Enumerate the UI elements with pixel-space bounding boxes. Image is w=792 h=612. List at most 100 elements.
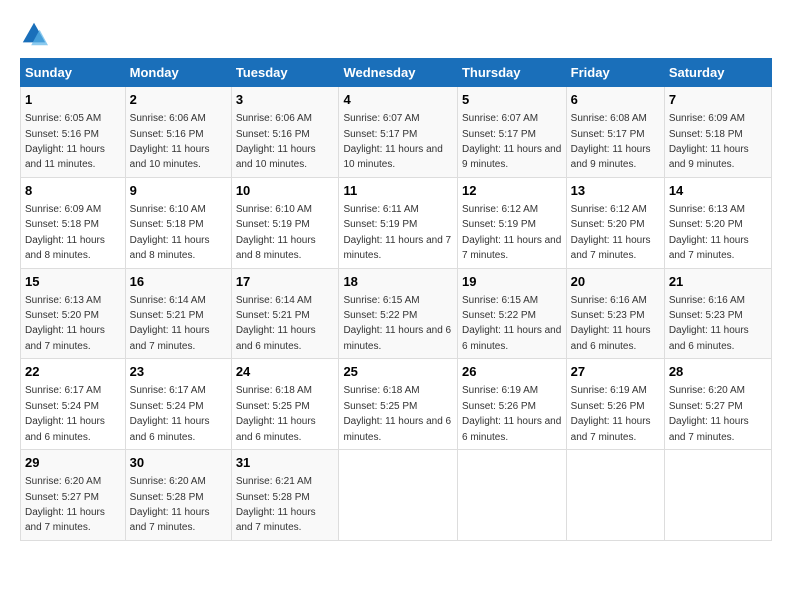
calendar-cell: 26Sunrise: 6:19 AMSunset: 5:26 PMDayligh… bbox=[457, 359, 566, 450]
day-number: 14 bbox=[669, 182, 767, 200]
calendar-cell bbox=[664, 450, 771, 541]
calendar-cell: 16 Sunrise: 6:14 AMSunset: 5:21 PMDayligh… bbox=[125, 268, 231, 359]
week-row-1: 1Sunrise: 6:05 AMSunset: 5:16 PMDaylight… bbox=[21, 87, 772, 178]
day-info: Sunrise: 6:08 AMSunset: 5:17 PMDaylight:… bbox=[571, 113, 651, 170]
day-number: 21 bbox=[669, 273, 767, 291]
calendar-cell bbox=[457, 450, 566, 541]
day-number: 13 bbox=[571, 182, 660, 200]
calendar-table: SundayMondayTuesdayWednesdayThursdayFrid… bbox=[20, 58, 772, 541]
calendar-cell: 23 Sunrise: 6:17 AMSunset: 5:24 PMDayligh… bbox=[125, 359, 231, 450]
calendar-cell: 2 Sunrise: 6:06 AMSunset: 5:16 PMDaylight… bbox=[125, 87, 231, 178]
day-number: 27 bbox=[571, 363, 660, 381]
day-info: Sunrise: 6:14 AMSunset: 5:21 PMDaylight:… bbox=[236, 295, 316, 352]
day-info: Sunrise: 6:10 AMSunset: 5:18 PMDaylight:… bbox=[130, 204, 210, 261]
calendar-cell: 17 Sunrise: 6:14 AMSunset: 5:21 PMDayligh… bbox=[231, 268, 339, 359]
day-info: Sunrise: 6:20 AMSunset: 5:27 PMDaylight:… bbox=[669, 385, 749, 442]
header-saturday: Saturday bbox=[664, 59, 771, 87]
day-number: 20 bbox=[571, 273, 660, 291]
day-number: 5 bbox=[462, 91, 562, 109]
day-number: 23 bbox=[130, 363, 227, 381]
calendar-cell: 25Sunrise: 6:18 AMSunset: 5:25 PMDayligh… bbox=[339, 359, 458, 450]
header-wednesday: Wednesday bbox=[339, 59, 458, 87]
day-number: 19 bbox=[462, 273, 562, 291]
calendar-cell: 27 Sunrise: 6:19 AMSunset: 5:26 PMDayligh… bbox=[566, 359, 664, 450]
calendar-header-row: SundayMondayTuesdayWednesdayThursdayFrid… bbox=[21, 59, 772, 87]
day-info: Sunrise: 6:13 AMSunset: 5:20 PMDaylight:… bbox=[669, 204, 749, 261]
calendar-cell: 31 Sunrise: 6:21 AMSunset: 5:28 PMDayligh… bbox=[231, 450, 339, 541]
calendar-cell: 11 Sunrise: 6:11 AMSunset: 5:19 PMDayligh… bbox=[339, 177, 458, 268]
day-number: 3 bbox=[236, 91, 335, 109]
header-sunday: Sunday bbox=[21, 59, 126, 87]
day-number: 4 bbox=[343, 91, 453, 109]
calendar-cell: 18 Sunrise: 6:15 AMSunset: 5:22 PMDayligh… bbox=[339, 268, 458, 359]
day-number: 28 bbox=[669, 363, 767, 381]
day-number: 12 bbox=[462, 182, 562, 200]
day-info: Sunrise: 6:07 AMSunset: 5:17 PMDaylight:… bbox=[343, 113, 442, 170]
week-row-4: 22 Sunrise: 6:17 AMSunset: 5:24 PMDayligh… bbox=[21, 359, 772, 450]
calendar-cell: 5 Sunrise: 6:07 AMSunset: 5:17 PMDaylight… bbox=[457, 87, 566, 178]
day-info: Sunrise: 6:20 AMSunset: 5:27 PMDaylight:… bbox=[25, 476, 105, 533]
day-info: Sunrise: 6:18 AMSunset: 5:25 PMDaylight:… bbox=[236, 385, 316, 442]
day-info: Sunrise: 6:06 AMSunset: 5:16 PMDaylight:… bbox=[130, 113, 210, 170]
day-info: Sunrise: 6:07 AMSunset: 5:17 PMDaylight:… bbox=[462, 113, 561, 170]
day-number: 17 bbox=[236, 273, 335, 291]
calendar-cell: 8 Sunrise: 6:09 AMSunset: 5:18 PMDaylight… bbox=[21, 177, 126, 268]
calendar-cell: 14 Sunrise: 6:13 AMSunset: 5:20 PMDayligh… bbox=[664, 177, 771, 268]
day-number: 8 bbox=[25, 182, 121, 200]
day-number: 30 bbox=[130, 454, 227, 472]
day-info: Sunrise: 6:06 AMSunset: 5:16 PMDaylight:… bbox=[236, 113, 316, 170]
day-info: Sunrise: 6:17 AMSunset: 5:24 PMDaylight:… bbox=[130, 385, 210, 442]
day-info: Sunrise: 6:12 AMSunset: 5:19 PMDaylight:… bbox=[462, 204, 561, 261]
calendar-cell: 15 Sunrise: 6:13 AMSunset: 5:20 PMDayligh… bbox=[21, 268, 126, 359]
day-number: 9 bbox=[130, 182, 227, 200]
day-info: Sunrise: 6:17 AMSunset: 5:24 PMDaylight:… bbox=[25, 385, 105, 442]
calendar-cell: 12 Sunrise: 6:12 AMSunset: 5:19 PMDayligh… bbox=[457, 177, 566, 268]
day-info: Sunrise: 6:14 AMSunset: 5:21 PMDaylight:… bbox=[130, 295, 210, 352]
calendar-cell: 19 Sunrise: 6:15 AMSunset: 5:22 PMDayligh… bbox=[457, 268, 566, 359]
day-info: Sunrise: 6:19 AMSunset: 5:26 PMDaylight:… bbox=[571, 385, 651, 442]
day-number: 18 bbox=[343, 273, 453, 291]
calendar-cell: 29Sunrise: 6:20 AMSunset: 5:27 PMDayligh… bbox=[21, 450, 126, 541]
day-info: Sunrise: 6:20 AMSunset: 5:28 PMDaylight:… bbox=[130, 476, 210, 533]
day-number: 10 bbox=[236, 182, 335, 200]
day-info: Sunrise: 6:16 AMSunset: 5:23 PMDaylight:… bbox=[669, 295, 749, 352]
day-number: 31 bbox=[236, 454, 335, 472]
day-info: Sunrise: 6:15 AMSunset: 5:22 PMDaylight:… bbox=[462, 295, 561, 352]
day-number: 11 bbox=[343, 182, 453, 200]
day-info: Sunrise: 6:15 AMSunset: 5:22 PMDaylight:… bbox=[343, 295, 451, 352]
day-info: Sunrise: 6:09 AMSunset: 5:18 PMDaylight:… bbox=[669, 113, 749, 170]
day-info: Sunrise: 6:12 AMSunset: 5:20 PMDaylight:… bbox=[571, 204, 651, 261]
day-number: 24 bbox=[236, 363, 335, 381]
day-info: Sunrise: 6:21 AMSunset: 5:28 PMDaylight:… bbox=[236, 476, 316, 533]
day-number: 2 bbox=[130, 91, 227, 109]
calendar-cell: 20 Sunrise: 6:16 AMSunset: 5:23 PMDayligh… bbox=[566, 268, 664, 359]
day-info: Sunrise: 6:09 AMSunset: 5:18 PMDaylight:… bbox=[25, 204, 105, 261]
day-info: Sunrise: 6:11 AMSunset: 5:19 PMDaylight:… bbox=[343, 204, 451, 261]
week-row-5: 29Sunrise: 6:20 AMSunset: 5:27 PMDayligh… bbox=[21, 450, 772, 541]
calendar-cell: 28 Sunrise: 6:20 AMSunset: 5:27 PMDayligh… bbox=[664, 359, 771, 450]
header bbox=[20, 20, 772, 48]
day-info: Sunrise: 6:10 AMSunset: 5:19 PMDaylight:… bbox=[236, 204, 316, 261]
calendar-cell: 6 Sunrise: 6:08 AMSunset: 5:17 PMDaylight… bbox=[566, 87, 664, 178]
logo bbox=[20, 20, 52, 48]
day-info: Sunrise: 6:18 AMSunset: 5:25 PMDaylight:… bbox=[343, 385, 451, 442]
day-number: 22 bbox=[25, 363, 121, 381]
calendar-cell: 24 Sunrise: 6:18 AMSunset: 5:25 PMDayligh… bbox=[231, 359, 339, 450]
calendar-cell: 3 Sunrise: 6:06 AMSunset: 5:16 PMDaylight… bbox=[231, 87, 339, 178]
day-info: Sunrise: 6:13 AMSunset: 5:20 PMDaylight:… bbox=[25, 295, 105, 352]
calendar-cell: 30 Sunrise: 6:20 AMSunset: 5:28 PMDayligh… bbox=[125, 450, 231, 541]
day-info: Sunrise: 6:16 AMSunset: 5:23 PMDaylight:… bbox=[571, 295, 651, 352]
header-monday: Monday bbox=[125, 59, 231, 87]
day-number: 16 bbox=[130, 273, 227, 291]
day-info: Sunrise: 6:19 AMSunset: 5:26 PMDaylight:… bbox=[462, 385, 561, 442]
calendar-cell: 7Sunrise: 6:09 AMSunset: 5:18 PMDaylight… bbox=[664, 87, 771, 178]
logo-icon bbox=[20, 20, 48, 48]
day-number: 6 bbox=[571, 91, 660, 109]
day-number: 15 bbox=[25, 273, 121, 291]
calendar-cell bbox=[339, 450, 458, 541]
calendar-cell: 4 Sunrise: 6:07 AMSunset: 5:17 PMDaylight… bbox=[339, 87, 458, 178]
week-row-2: 8 Sunrise: 6:09 AMSunset: 5:18 PMDaylight… bbox=[21, 177, 772, 268]
calendar-cell: 9 Sunrise: 6:10 AMSunset: 5:18 PMDaylight… bbox=[125, 177, 231, 268]
header-thursday: Thursday bbox=[457, 59, 566, 87]
header-friday: Friday bbox=[566, 59, 664, 87]
